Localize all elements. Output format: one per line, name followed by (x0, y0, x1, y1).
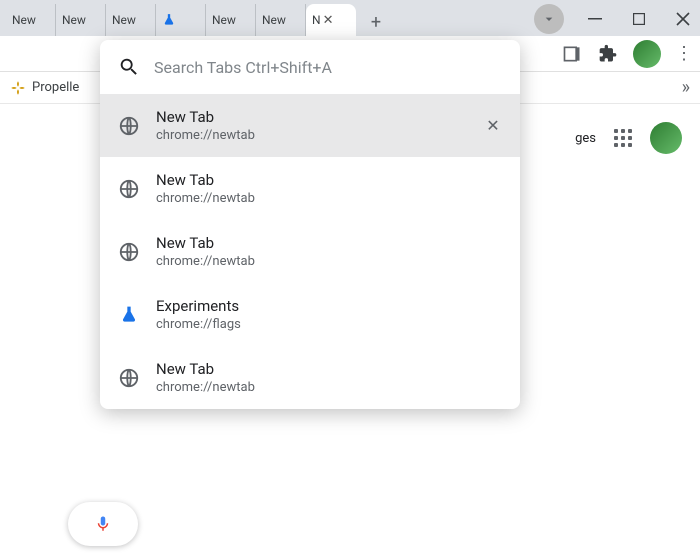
bookmark-item[interactable]: Propelle (10, 80, 79, 96)
tab-label: New (62, 13, 86, 27)
minimize-button[interactable] (582, 6, 608, 32)
close-icon (676, 12, 690, 26)
item-url: chrome://newtab (156, 254, 502, 269)
images-link[interactable]: ges (575, 131, 596, 146)
account-avatar[interactable] (650, 122, 682, 154)
tab-4[interactable]: New (206, 4, 256, 36)
item-title: New Tab (156, 234, 502, 252)
tab-label: New (262, 13, 286, 27)
search-icon (118, 56, 140, 78)
globe-icon (118, 115, 140, 137)
tab-search-item[interactable]: New Tab chrome://newtab (100, 220, 520, 283)
ntp-topright: ges (575, 122, 682, 154)
maximize-icon (633, 13, 645, 25)
tab-search-list: New Tab chrome://newtab ✕ New Tab chrome… (100, 94, 520, 409)
tab-search-input[interactable] (154, 58, 502, 77)
tab-0[interactable]: New (6, 4, 56, 36)
tab-search-item[interactable]: New Tab chrome://newtab (100, 346, 520, 409)
tab-label: New (12, 13, 36, 27)
item-texts: New Tab chrome://newtab (156, 108, 468, 143)
tab-1[interactable]: New (56, 4, 106, 36)
flask-icon (162, 13, 176, 27)
kebab-menu-icon[interactable]: ⋮ (675, 43, 692, 64)
tab-search-item[interactable]: New Tab chrome://newtab ✕ (100, 94, 520, 157)
plus-icon: + (371, 12, 381, 33)
tab-search-popup: New Tab chrome://newtab ✕ New Tab chrome… (100, 40, 520, 409)
chevron-down-icon (541, 11, 557, 27)
tab-search-item[interactable]: Experiments chrome://flags (100, 283, 520, 346)
item-title: New Tab (156, 171, 502, 189)
globe-icon (118, 241, 140, 263)
propeller-icon (10, 80, 26, 96)
item-title: New Tab (156, 108, 468, 126)
globe-icon (118, 178, 140, 200)
maximize-button[interactable] (626, 6, 652, 32)
mic-icon (94, 515, 112, 533)
reading-list-icon[interactable] (561, 43, 583, 65)
item-url: chrome://newtab (156, 128, 468, 143)
tab-label: New (112, 13, 136, 27)
close-window-button[interactable] (670, 6, 696, 32)
tab-3[interactable] (156, 4, 206, 36)
tab-search-item[interactable]: New Tab chrome://newtab (100, 157, 520, 220)
item-url: chrome://newtab (156, 191, 502, 206)
tab-label: N (312, 13, 321, 27)
close-icon[interactable]: ✕ (323, 13, 334, 28)
bookmark-overflow-icon[interactable]: » (682, 77, 690, 98)
item-url: chrome://newtab (156, 380, 502, 395)
item-url: chrome://flags (156, 317, 502, 332)
tab-search-row (100, 40, 520, 94)
profile-avatar[interactable] (633, 40, 661, 68)
close-tab-icon[interactable]: ✕ (484, 117, 502, 135)
item-title: Experiments (156, 297, 502, 315)
titlebar: New New New New New N ✕ + (0, 0, 700, 36)
item-texts: New Tab chrome://newtab (156, 171, 502, 206)
item-texts: Experiments chrome://flags (156, 297, 502, 332)
google-search-box[interactable] (68, 502, 138, 546)
new-tab-button[interactable]: + (362, 8, 390, 36)
tab-label: New (212, 13, 236, 27)
tab-5[interactable]: New (256, 4, 306, 36)
tab-strip: New New New New New N ✕ + (0, 2, 390, 36)
tab-2[interactable]: New (106, 4, 156, 36)
flask-icon (118, 304, 140, 326)
item-title: New Tab (156, 360, 502, 378)
item-texts: New Tab chrome://newtab (156, 360, 502, 395)
tab-search-chevron[interactable] (534, 4, 564, 34)
globe-icon (118, 367, 140, 389)
bookmark-label: Propelle (32, 80, 79, 95)
window-controls (534, 4, 696, 34)
item-texts: New Tab chrome://newtab (156, 234, 502, 269)
minimize-icon (588, 12, 602, 26)
tab-6-active[interactable]: N ✕ (306, 4, 356, 36)
apps-grid-icon[interactable] (614, 129, 632, 147)
extensions-icon[interactable] (597, 43, 619, 65)
